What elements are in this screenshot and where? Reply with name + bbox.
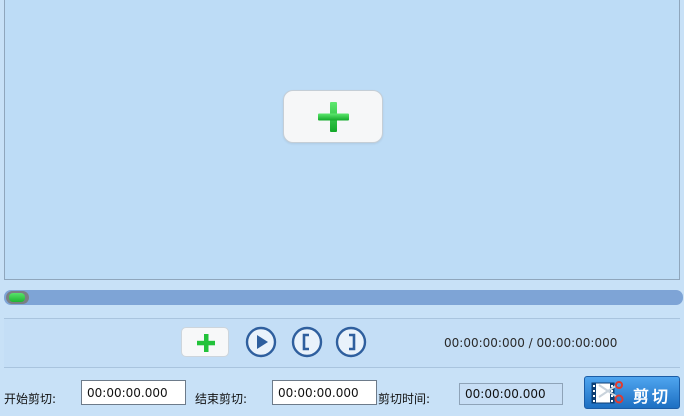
current-time: 00:00:00:000 [444, 336, 525, 350]
plus-icon [197, 334, 215, 352]
video-preview-area[interactable] [4, 0, 680, 280]
play-button[interactable] [245, 326, 277, 358]
end-cut-label: 结束剪切: [195, 392, 248, 406]
timeline-scrubber-handle[interactable] [6, 291, 29, 304]
mark-start-button[interactable] [291, 326, 323, 358]
start-cut-field[interactable] [81, 380, 186, 405]
end-cut-field[interactable] [272, 380, 377, 405]
add-file-button[interactable] [181, 327, 229, 357]
timeline-progress-bar[interactable] [4, 290, 683, 305]
total-time: 00:00:00:000 [536, 336, 618, 350]
time-separator: / [524, 336, 537, 350]
mark-end-button[interactable] [335, 326, 367, 358]
scissors-film-icon [591, 381, 624, 404]
cut-button[interactable]: 剪切 [584, 376, 680, 409]
cut-button-label: 剪切 [633, 387, 672, 406]
plus-icon [318, 102, 349, 132]
cut-duration-field [459, 383, 563, 405]
add-media-button[interactable] [283, 90, 383, 143]
playback-time-display: 00:00:00:000 / 00:00:00:000 [444, 336, 617, 350]
cut-duration-label: 剪切时间: [378, 392, 431, 406]
start-cut-label: 开始剪切: [4, 392, 57, 406]
playback-controls-bar: 00:00:00:000 / 00:00:00:000 [4, 318, 680, 368]
